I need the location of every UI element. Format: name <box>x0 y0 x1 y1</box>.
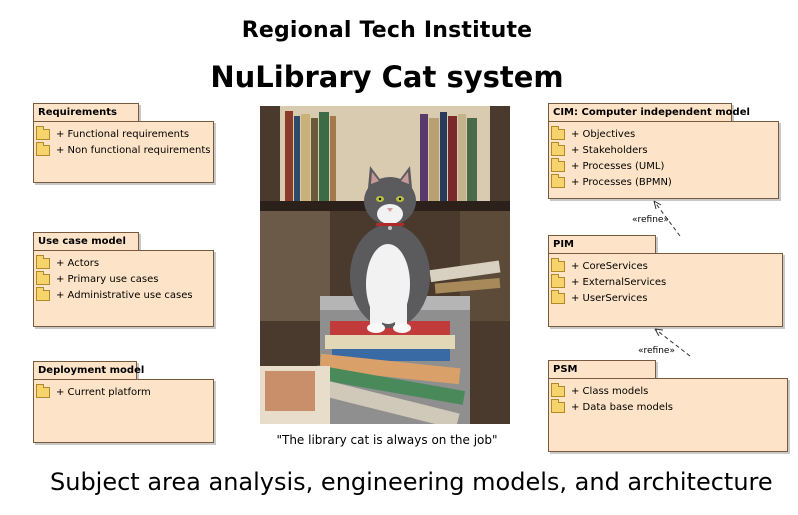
refine-label-psm-pim: «refine» <box>638 346 675 356</box>
library-cat-photo <box>260 106 510 424</box>
footer-subtitle: Subject area analysis, engineering model… <box>50 468 773 496</box>
refine-label-pim-cim: «refine» <box>632 215 669 225</box>
library-cat-illustration <box>260 106 510 424</box>
photo-caption: "The library cat is always on the job" <box>276 433 498 447</box>
